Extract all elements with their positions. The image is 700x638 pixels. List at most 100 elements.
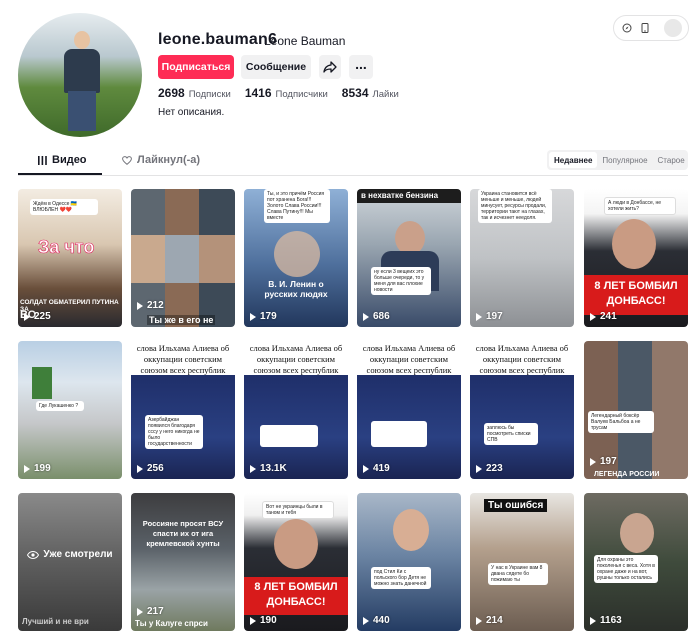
sort-newest[interactable]: Недавнее [549, 152, 598, 168]
play-icon [137, 607, 143, 616]
video-caption: в нехватке бензина [357, 189, 461, 203]
comment-bubble: Вот не украинцы были в таном и тебя [262, 501, 334, 519]
video-card[interactable]: слова Ильхама Алиева об оккупации советс… [131, 341, 235, 479]
likes-stat: 8534 Лайки [342, 86, 399, 100]
comment-bubble: Ты, и это причём Россия пот хранена Бога… [264, 189, 330, 223]
comment-bubble: У нас в Украине вам 8 двана сядете бо по… [488, 563, 548, 585]
video-card[interactable]: слова Ильхама Алиева об оккупации советс… [470, 341, 574, 479]
video-card[interactable]: Где Лукашенко ? 199 [18, 341, 122, 479]
video-card[interactable]: Ты же в его не 212 [131, 189, 235, 327]
tab-liked[interactable]: Лайкнул(-а) [122, 154, 200, 166]
profile-stats: 2698 Подписки 1416 Подписчики 8534 Лайки [158, 86, 399, 100]
view-count: 190 [250, 615, 277, 626]
profile-avatar[interactable] [18, 13, 142, 137]
video-card[interactable]: в нехватке бензина ну если 3 вещеих это … [357, 189, 461, 327]
video-card[interactable]: Для охраны это поколенья с веса. Хотя в … [584, 493, 688, 631]
video-caption: Ты ошибся [484, 499, 548, 512]
tab-videos[interactable]: Видео [38, 154, 87, 166]
comment-bubble: под Стил Ки с польского бор Детя не можн… [371, 567, 431, 589]
video-subcaption: Лучший и не ври [22, 617, 89, 626]
tab-liked-label: Лайкнул(-а) [137, 154, 201, 166]
video-card[interactable]: Ждём в Одессе 🇺🇦 ВЛЮБЛЕН ❤️❤️ За что СОЛ… [18, 189, 122, 327]
more-options-button[interactable]: ... [349, 55, 373, 79]
followers-count: 1416 [244, 86, 272, 100]
video-card[interactable]: слова Ильхама Алиева об оккупации советс… [357, 341, 461, 479]
compass-icon[interactable] [622, 23, 632, 33]
view-count: 1163 [590, 615, 622, 626]
play-icon [24, 312, 30, 321]
video-card[interactable]: под Стил Ки с польского бор Детя не можн… [357, 493, 461, 631]
nickname: Leone Bauman [264, 34, 346, 48]
heart-outline-icon [122, 155, 132, 165]
view-count: 197 [590, 456, 617, 467]
sort-popular[interactable]: Популярное [597, 152, 652, 168]
share-button[interactable] [319, 55, 341, 79]
followers-label: Подписчики [275, 89, 328, 100]
play-icon [476, 312, 482, 321]
video-caption: В. И. Ленин о русских людях [264, 279, 328, 299]
video-card[interactable]: Украина становится всё меньше и меньше, … [470, 189, 574, 327]
view-count: 256 [137, 463, 164, 474]
video-card[interactable]: Вот не украинцы были в таном и тебя 8 ЛЕ… [244, 493, 348, 631]
view-count: 212 [137, 300, 164, 311]
video-card[interactable]: Ты ошибся У нас в Украине вам 8 двана ся… [470, 493, 574, 631]
top-right-controls [613, 15, 689, 41]
play-icon [24, 464, 30, 473]
message-button[interactable]: Сообщение [241, 55, 311, 79]
tab-videos-label: Видео [52, 154, 87, 166]
watched-label: Уже смотрели [43, 549, 113, 560]
view-count: 686 [363, 311, 390, 322]
play-icon [590, 457, 596, 466]
play-icon [250, 312, 256, 321]
view-count: 440 [363, 615, 390, 626]
comment-bubble: Где Лукашенко ? [36, 401, 84, 411]
followers-stat[interactable]: 1416 Подписчики [245, 86, 328, 100]
comment-bubble: Легендарный боксёр Валуев Бальбоа а не т… [588, 411, 654, 433]
video-card[interactable]: Легендарный боксёр Валуев Бальбоа а не т… [584, 341, 688, 479]
following-stat[interactable]: 2698 Подписки [158, 86, 231, 100]
phone-icon[interactable] [640, 23, 650, 33]
video-caption: За что [38, 237, 95, 258]
active-tab-indicator [18, 173, 102, 175]
video-card[interactable]: Ты, и это причём Россия пот хранена Бога… [244, 189, 348, 327]
comment-bubble: Для охраны это поколенья с веса. Хотя в … [594, 555, 658, 583]
ellipsis-icon: ... [355, 56, 367, 72]
play-icon [137, 301, 143, 310]
video-card[interactable]: А люди в Донбассе, не хотели жить? 8 ЛЕТ… [584, 189, 688, 327]
follow-button[interactable]: Подписаться [158, 55, 234, 79]
play-icon [590, 312, 596, 321]
bio: Нет описания. [158, 107, 225, 118]
following-label: Подписки [188, 89, 231, 100]
video-caption: ЛЕГЕНДА РОССИИ [594, 471, 660, 478]
share-icon [323, 61, 337, 73]
video-caption: слова Ильхама Алиева об оккупации советс… [357, 341, 461, 375]
play-icon [476, 616, 482, 625]
play-icon [476, 464, 482, 473]
view-count: 241 [590, 311, 617, 322]
video-caption: Ты же в его не [147, 315, 216, 325]
user-avatar-small[interactable] [664, 19, 682, 37]
grid-icon [38, 155, 47, 165]
view-count: 225 [24, 311, 51, 322]
view-count: 217 [137, 606, 164, 617]
play-icon [137, 464, 143, 473]
play-icon [363, 464, 369, 473]
view-count: 179 [250, 311, 277, 322]
play-icon [363, 616, 369, 625]
play-icon [250, 464, 256, 473]
play-icon [590, 616, 596, 625]
video-caption: слова Ильхама Алиева об оккупации советс… [244, 341, 348, 375]
view-count: 214 [476, 615, 503, 626]
view-count: 223 [476, 463, 503, 474]
sort-oldest[interactable]: Старое [653, 152, 690, 168]
video-card[interactable]: Россияне просят ВСУ спасти их от ига кре… [131, 493, 235, 631]
comment-bubble: Ждём в Одессе 🇺🇦 ВЛЮБЛЕН ❤️❤️ [30, 199, 98, 215]
view-count: 199 [24, 463, 51, 474]
video-subcaption: Ты у Калуге спрси [135, 619, 208, 628]
comment-bubble: Украина становится всё меньше и меньше, … [478, 189, 552, 223]
video-caption: слова Ильхама Алиева об оккупации советс… [131, 341, 235, 375]
view-count: 13.1K [250, 463, 287, 474]
username: leone.bauman6 [158, 31, 278, 48]
video-card[interactable]: Уже смотрели Лучший и не ври [18, 493, 122, 631]
video-card[interactable]: слова Ильхама Алиева об оккупации советс… [244, 341, 348, 479]
